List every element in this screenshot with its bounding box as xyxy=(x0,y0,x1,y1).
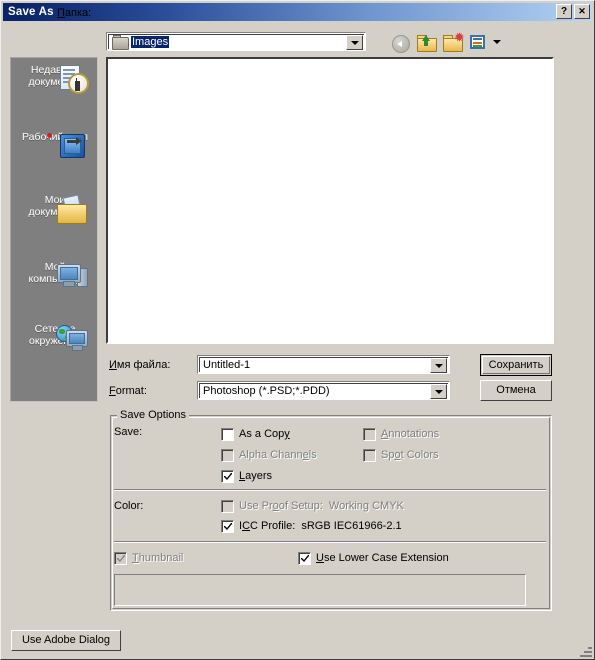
filename-label: Имя файла: xyxy=(109,359,171,371)
checkbox-label: Layers xyxy=(239,470,273,482)
titlebar-buttons: ? ✕ xyxy=(556,4,590,19)
checkbox-label: ICC Profile: sRGB IEC61966-2.1 xyxy=(239,520,402,532)
checkbox-box[interactable] xyxy=(221,428,234,441)
checkbox-box xyxy=(221,500,234,513)
format-combobox[interactable]: Photoshop (*.PSD;*.PDD) xyxy=(197,381,450,400)
checkbox-icc-profile[interactable]: ICC Profile: sRGB IEC61966-2.1 xyxy=(221,520,402,533)
folder-combo-label: Папка: xyxy=(57,7,92,19)
use-adobe-dialog-button[interactable]: Use Adobe Dialog xyxy=(11,630,121,651)
titlebar[interactable]: Save As ? ✕ xyxy=(3,3,592,21)
checkbox-label: Alpha Channels xyxy=(239,449,317,461)
folder-combobox[interactable]: Images xyxy=(106,32,366,51)
checkbox-spot-colors: Spot Colors xyxy=(363,449,439,462)
checkmark-icon xyxy=(224,472,232,480)
save-button[interactable]: Сохранить xyxy=(480,354,552,376)
help-button[interactable]: ? xyxy=(556,4,572,19)
checkbox-layers[interactable]: Layers xyxy=(221,470,272,483)
folder-icon xyxy=(112,35,129,50)
checkbox-use-lower-case-extension[interactable]: Use Lower Case Extension xyxy=(298,552,449,565)
checkbox-label: Spot Colors xyxy=(381,449,439,461)
checkbox-alpha-channels: Alpha Channels xyxy=(221,449,317,462)
checkbox-as-a-copy[interactable]: As a Copy xyxy=(221,428,290,441)
back-button[interactable] xyxy=(390,32,412,53)
chevron-down-icon[interactable] xyxy=(346,35,363,50)
sidebar-item-desktop[interactable]: Рабочий стол xyxy=(11,131,99,158)
divider xyxy=(114,489,546,491)
checkbox-use-proof-setup: Use Proof Setup: Working CMYK xyxy=(221,500,404,513)
sidebar-item-my-computer[interactable]: Мой компьютер xyxy=(11,261,99,287)
sidebar-item-my-documents[interactable]: Мои документы xyxy=(11,194,99,224)
views-chevron-down-icon[interactable] xyxy=(493,40,501,44)
checkbox-box xyxy=(221,449,234,462)
checkbox-label: Use Proof Setup: Working CMYK xyxy=(239,500,404,512)
cancel-button[interactable]: Отмена xyxy=(480,380,552,401)
filename-combobox[interactable]: Untitled-1 xyxy=(197,355,450,374)
places-bar: Недавние документы Рабочий стол Мои доку… xyxy=(10,57,98,402)
color-row-label: Color: xyxy=(114,500,144,512)
window-title: Save As xyxy=(8,6,54,18)
checkmark-icon xyxy=(301,554,309,562)
up-one-level-button[interactable] xyxy=(416,32,438,53)
checkbox-box[interactable] xyxy=(221,520,234,533)
checkbox-box[interactable] xyxy=(221,470,234,483)
save-as-dialog: Save As ? ✕ Папка: Images ✹ Недавние док… xyxy=(0,0,595,660)
checkbox-box xyxy=(363,449,376,462)
views-button[interactable] xyxy=(468,32,490,53)
checkbox-box xyxy=(114,552,127,565)
checkbox-label: Thumbnail xyxy=(132,552,184,564)
folder-combobox-value: Images xyxy=(129,35,171,49)
checkbox-label: Use Lower Case Extension xyxy=(316,552,449,564)
views-grid-icon xyxy=(470,34,485,49)
checkbox-thumbnail: Thumbnail xyxy=(114,552,183,565)
sidebar-item-network-places[interactable]: Сетевое окружение xyxy=(11,323,99,351)
close-icon[interactable]: ✕ xyxy=(574,4,590,19)
save-options-group-title: Save Options xyxy=(117,409,190,421)
checkmark-icon xyxy=(117,554,125,562)
save-row-label: Save: xyxy=(114,426,143,438)
format-label: Format: xyxy=(109,385,147,397)
checkbox-box[interactable] xyxy=(298,552,311,565)
checkbox-annotations: Annotations xyxy=(363,428,439,441)
navigation-toolbar: ✹ xyxy=(390,31,501,53)
sidebar-item-recent-documents[interactable]: Недавние документы xyxy=(11,64,99,94)
save-button-label: Сохранить xyxy=(482,356,550,374)
resize-grip-icon[interactable] xyxy=(578,643,592,657)
new-folder-button[interactable]: ✹ xyxy=(442,32,464,53)
format-chevron-down-icon[interactable] xyxy=(430,384,447,399)
filename-chevron-down-icon[interactable] xyxy=(430,358,447,373)
checkbox-label: As a Copy xyxy=(239,428,290,440)
filename-input[interactable]: Untitled-1 xyxy=(200,359,250,371)
back-arrow-icon xyxy=(392,34,410,53)
folder-combobox-inner: Images xyxy=(108,34,364,50)
options-info-panel xyxy=(114,574,526,606)
divider xyxy=(114,541,546,543)
checkmark-icon xyxy=(224,522,232,530)
checkbox-label: Annotations xyxy=(381,428,440,440)
checkbox-box xyxy=(363,428,376,441)
format-value[interactable]: Photoshop (*.PSD;*.PDD) xyxy=(200,385,330,397)
file-list-view[interactable] xyxy=(106,57,554,344)
